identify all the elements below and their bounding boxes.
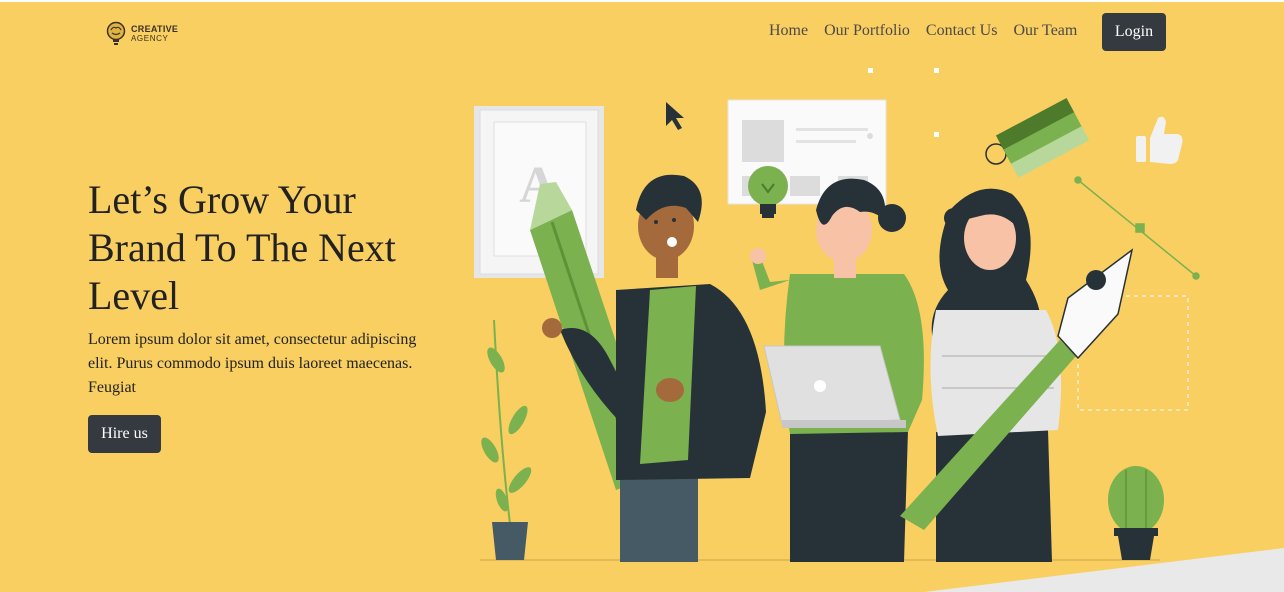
lightbulb-icon [748,166,788,218]
hero-description: Lorem ipsum dolor sit amet, consectetur … [88,331,417,396]
brand-line-2: AGENCY [131,34,169,43]
nav-home[interactable]: Home [769,22,808,40]
hero-section: CREATIVE AGENCY Home Our Portfolio Conta… [0,2,1284,592]
pen-tool-guide [1074,176,1200,280]
login-button[interactable]: Login [1102,13,1166,51]
hire-us-button[interactable]: Hire us [88,415,161,453]
plant-pot-icon [481,319,532,560]
brain-bulb-icon [106,21,126,45]
thumbs-up-icon [1136,116,1183,164]
brand-name: CREATIVE AGENCY [131,24,178,44]
brand-logo[interactable]: CREATIVE AGENCY [105,21,178,47]
woman-laptop-figure [750,178,924,562]
brand-line-1: CREATIVE [131,24,179,34]
nav-our-portfolio[interactable]: Our Portfolio [824,22,910,40]
cursor-icon [666,102,684,130]
main-nav: Home Our Portfolio Contact Us Our Team [769,22,1077,40]
nav-our-team[interactable]: Our Team [1013,22,1077,40]
hero-title: Let’s Grow Your Brand To The Next Level [88,177,396,318]
cactus-icon [1108,466,1164,560]
team-illustration: A [474,68,1200,562]
nav-contact-us[interactable]: Contact Us [926,22,998,40]
color-swatch-icon [985,97,1090,178]
